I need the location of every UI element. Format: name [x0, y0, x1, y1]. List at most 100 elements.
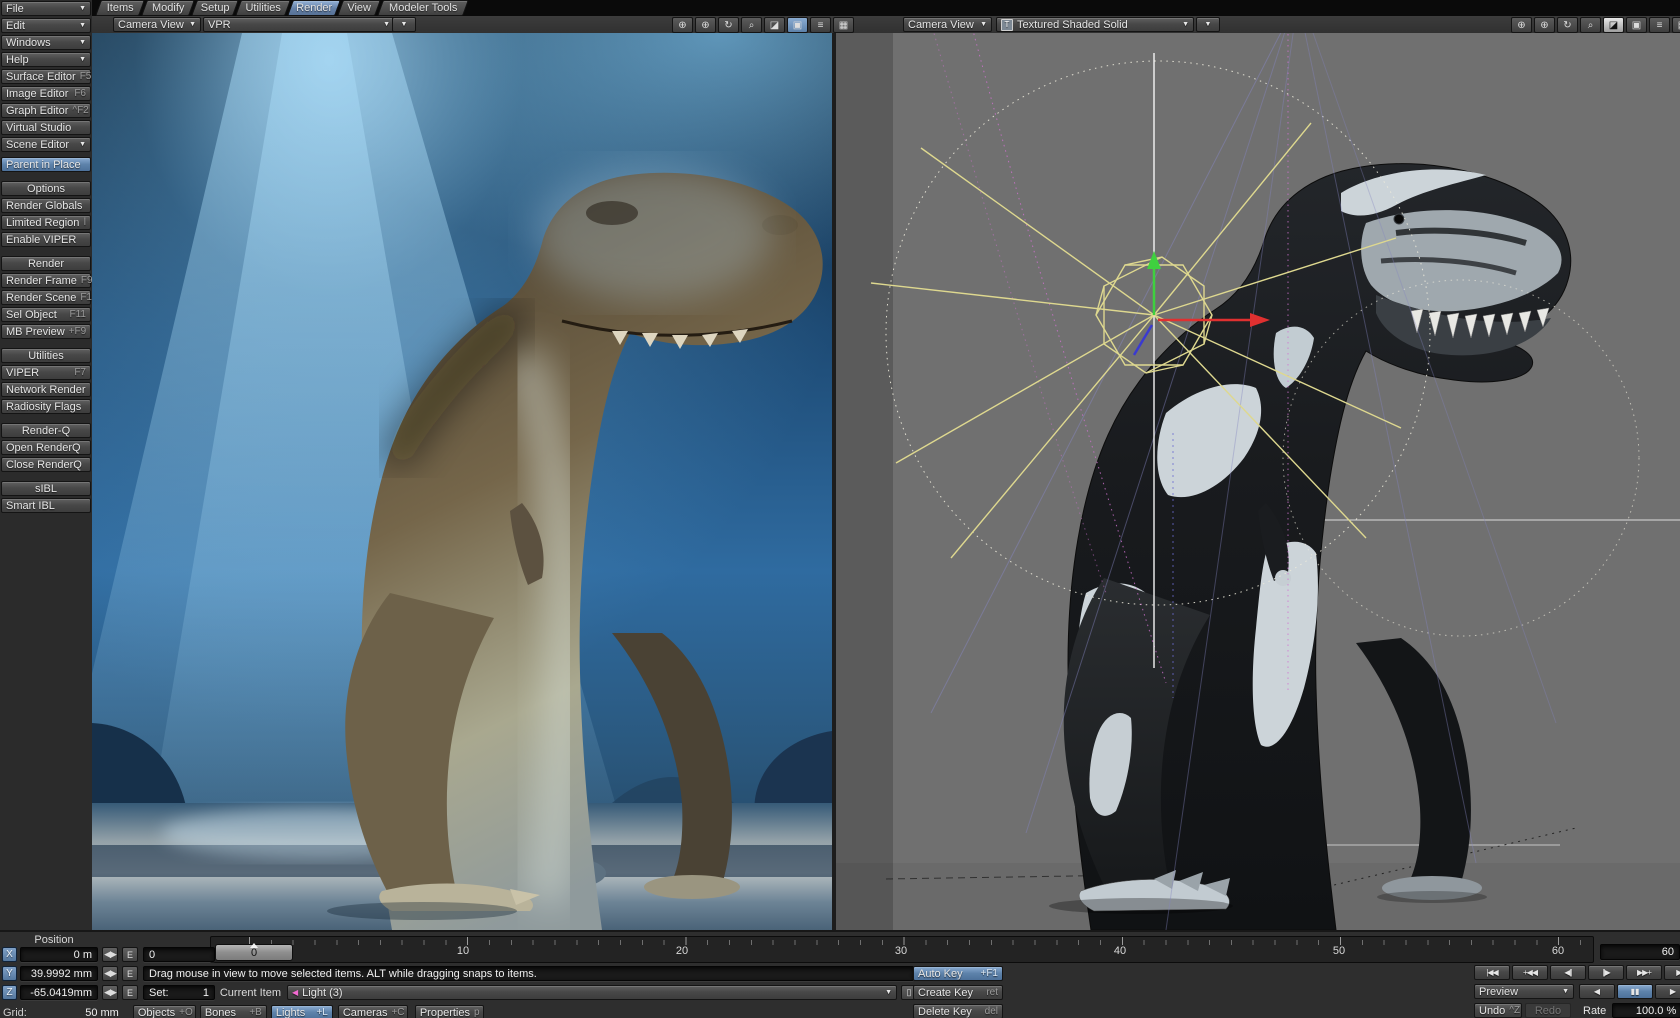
right-view-type-dropdown[interactable]: Camera View▼: [903, 17, 992, 32]
expand-icon[interactable]: ◪: [1603, 17, 1624, 33]
smart-ibl-button[interactable]: Smart IBL: [1, 498, 91, 513]
render-globals-button[interactable]: Render Globals: [1, 198, 91, 213]
axis-y-button[interactable]: Y: [2, 966, 17, 981]
menu-edit[interactable]: Edit▼: [1, 18, 91, 33]
cameras-button[interactable]: Cameras+C: [338, 1005, 408, 1018]
x-spinner[interactable]: ◀▶: [102, 947, 118, 962]
orbit-icon[interactable]: ↻: [718, 17, 739, 33]
axis-z-button[interactable]: Z: [2, 985, 17, 1000]
step-back-button[interactable]: ◀||: [1550, 965, 1586, 980]
y-envelope-button[interactable]: E: [122, 966, 138, 981]
section-header-renderq: Render-Q: [1, 423, 91, 438]
play-reverse-button[interactable]: ◀: [1579, 984, 1615, 999]
menu-windows[interactable]: Windows▼: [1, 35, 91, 50]
radiosity-flags-button[interactable]: Radiosity Flags: [1, 399, 91, 414]
redo-button[interactable]: Redo: [1525, 1003, 1571, 1018]
bones-button[interactable]: Bones+B: [200, 1005, 267, 1018]
list-icon[interactable]: ≡: [1649, 17, 1670, 33]
list-icon[interactable]: ≡: [810, 17, 831, 33]
preview-dropdown[interactable]: Preview▼: [1474, 984, 1574, 999]
rate-field[interactable]: 100.0 %: [1612, 1003, 1680, 1018]
viper-button[interactable]: VIPERF7: [1, 365, 91, 380]
scene-editor-button[interactable]: Scene Editor▼: [1, 137, 91, 152]
texture-mode-icon: T: [1001, 19, 1013, 31]
open-renderq-button[interactable]: Open RenderQ: [1, 440, 91, 455]
camera-icon[interactable]: ▣: [1626, 17, 1647, 33]
orbit-icon[interactable]: ↻: [1557, 17, 1578, 33]
close-renderq-button[interactable]: Close RenderQ: [1, 457, 91, 472]
render-scene-button[interactable]: Render SceneF10: [1, 290, 91, 305]
left-viewport-icon-group: ⊕ ⊕ ↻ ⌕ ◪ ▣ ≡ ▦: [670, 17, 854, 33]
prev-key-button[interactable]: +◀◀: [1512, 965, 1548, 980]
save-view-icon[interactable]: ▦: [1672, 17, 1680, 33]
position-z-value[interactable]: -65.0419mm: [20, 985, 98, 1000]
zoom-icon[interactable]: ⌕: [1580, 17, 1601, 33]
menu-file[interactable]: File▼: [1, 1, 91, 16]
limited-region-button[interactable]: Limited Regionl: [1, 215, 91, 230]
position-y-value[interactable]: 39.9992 mm: [20, 966, 98, 981]
grid-value: 50 mm: [27, 1007, 119, 1018]
frame-slider-handle[interactable]: 0: [215, 944, 293, 961]
position-x-value[interactable]: 0 m: [20, 947, 98, 962]
create-key-button[interactable]: Create Keyret: [913, 985, 1003, 1000]
virtual-studio-button[interactable]: Virtual Studio: [1, 120, 91, 135]
chevron-down-icon: ▼: [79, 5, 86, 12]
timeline-ticks: [211, 937, 1593, 945]
tab-modify[interactable]: Modify: [141, 0, 195, 16]
tab-view[interactable]: View: [337, 0, 381, 16]
end-frame-field[interactable]: 60: [1600, 944, 1680, 960]
go-first-frame-button[interactable]: |◀◀: [1474, 965, 1510, 980]
sel-object-button[interactable]: Sel ObjectF11: [1, 307, 91, 322]
current-item-dropdown[interactable]: ◀Light (3) ▼: [287, 985, 897, 1000]
tab-modeler-tools[interactable]: Modeler Tools: [377, 0, 469, 16]
parent-in-place-button[interactable]: Parent in Place: [1, 157, 91, 172]
timeline-ruler[interactable]: 10 20 30 40 50 60 0: [210, 936, 1594, 963]
left-view-type-dropdown[interactable]: Camera View▼: [113, 17, 201, 32]
z-envelope-button[interactable]: E: [122, 985, 138, 1000]
step-forward-button[interactable]: ||▶: [1588, 965, 1624, 980]
right-render-mode-dropdown[interactable]: TTextured Shaded Solid▼: [996, 17, 1194, 32]
enable-viper-button[interactable]: Enable VIPER: [1, 232, 91, 247]
camera-icon[interactable]: ▣: [787, 17, 808, 33]
right-viewport[interactable]: [836, 33, 1680, 930]
right-viewport-options-dropdown[interactable]: ▼: [1196, 17, 1220, 32]
tab-setup[interactable]: Setup: [191, 0, 239, 16]
left-viewport[interactable]: [92, 33, 832, 930]
mb-preview-button[interactable]: MB Preview+F9: [1, 324, 91, 339]
rotate-icon[interactable]: ⊕: [1534, 17, 1555, 33]
network-render-button[interactable]: Network Render: [1, 382, 91, 397]
surface-editor-button[interactable]: Surface EditorF5: [1, 69, 91, 84]
properties-button[interactable]: Propertiesp: [415, 1005, 484, 1018]
z-spinner[interactable]: ◀▶: [102, 985, 118, 1000]
left-render-mode-dropdown[interactable]: VPR▼: [203, 17, 395, 32]
zoom-icon[interactable]: ⌕: [741, 17, 762, 33]
rotate-icon[interactable]: ⊕: [695, 17, 716, 33]
x-envelope-button[interactable]: E: [122, 947, 138, 962]
delete-key-button[interactable]: Delete Keydel: [913, 1004, 1003, 1018]
tab-items[interactable]: Items: [95, 0, 145, 16]
save-view-icon[interactable]: ▦: [833, 17, 854, 33]
pan-icon[interactable]: ⊕: [1511, 17, 1532, 33]
y-spinner[interactable]: ◀▶: [102, 966, 118, 981]
menu-help[interactable]: Help▼: [1, 52, 91, 67]
selection-set-field[interactable]: Set:1: [143, 985, 215, 1000]
axis-x-button[interactable]: X: [2, 947, 17, 962]
undo-button[interactable]: Undo^Z: [1474, 1003, 1522, 1018]
expand-icon[interactable]: ◪: [764, 17, 785, 33]
objects-button[interactable]: Objects+O: [133, 1005, 196, 1018]
go-last-frame-button[interactable]: ▶▶|: [1664, 965, 1680, 980]
left-viewport-options-dropdown[interactable]: ▼: [392, 17, 416, 32]
render-frame-button[interactable]: Render FrameF9: [1, 273, 91, 288]
auto-key-button[interactable]: Auto Key+F1: [913, 966, 1003, 981]
graph-editor-button[interactable]: Graph Editor^F2: [1, 103, 91, 118]
pan-icon[interactable]: ⊕: [672, 17, 693, 33]
pause-button[interactable]: ▮▮: [1617, 984, 1653, 999]
image-editor-button[interactable]: Image EditorF6: [1, 86, 91, 101]
play-forward-button[interactable]: ▶: [1655, 984, 1680, 999]
current-frame-field[interactable]: 0: [143, 947, 215, 962]
lights-button[interactable]: Lights+L: [271, 1005, 333, 1018]
viewport-header-bar: Camera View▼ VPR▼ ▼ ⊕ ⊕ ↻ ⌕ ◪ ▣ ≡ ▦ Came…: [92, 16, 1680, 34]
tab-render[interactable]: Render: [287, 0, 341, 16]
next-key-button[interactable]: ▶▶+: [1626, 965, 1662, 980]
tab-utilities[interactable]: Utilities: [235, 0, 291, 16]
